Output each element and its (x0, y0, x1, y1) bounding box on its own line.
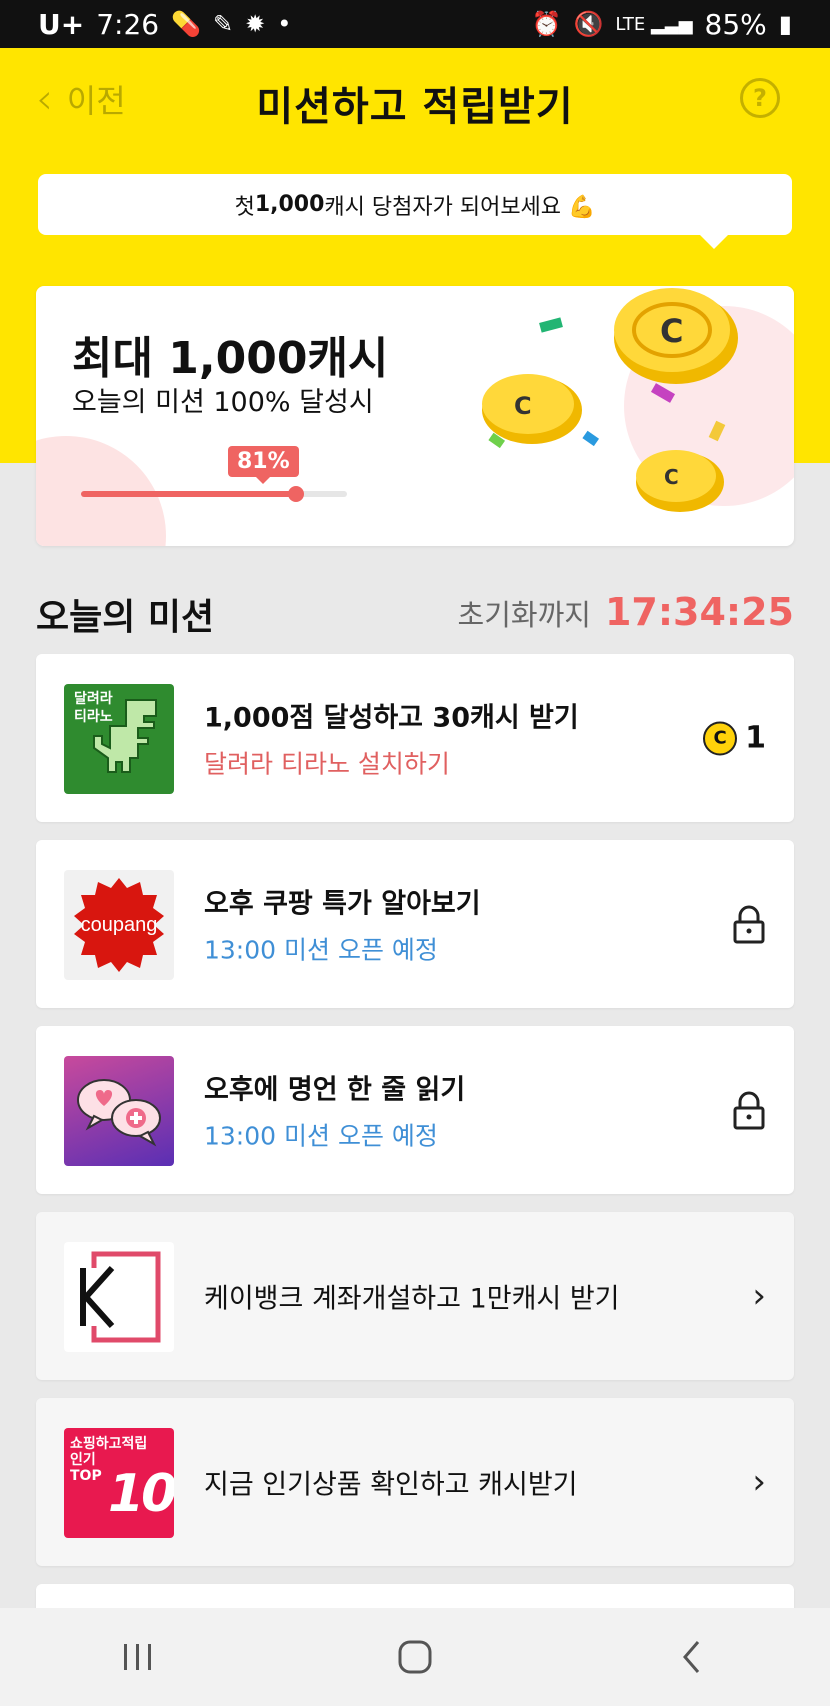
signal-icon: LTE ▂▃▅ (615, 13, 693, 35)
section-title: 오늘의 미션 (36, 597, 215, 638)
mission-card[interactable]: 달려라 티라노 1,000점 달성하고 30캐시 받기 달려라 티라노 설치하기… (36, 654, 794, 822)
svg-text:C: C (664, 465, 679, 489)
banner-amount: 1,000 (254, 192, 325, 217)
app-header: ‹ 이전 미션하고 적립받기 ? (0, 48, 830, 148)
banner-prefix: 첫 (234, 194, 255, 220)
svg-text:C: C (660, 312, 683, 350)
tyrano-game-icon: 달려라 티라노 (64, 684, 174, 794)
settings-badge-icon: ✹ (245, 10, 266, 38)
coins-illustration: C C C (482, 288, 738, 512)
mission-title: 케이뱅크 계좌개설하고 1만캐시 받기 (204, 1283, 620, 1315)
progress-fill (81, 491, 297, 497)
home-button[interactable] (375, 1627, 455, 1687)
mission-subtitle: 달려라 티라노 설치하기 (204, 749, 450, 779)
progress-track (81, 486, 347, 502)
coin-icon: C (703, 721, 738, 755)
chevron-right-icon: › (752, 1276, 766, 1316)
shopping-top10-icon: 쇼핑하고적립 인기 TOP 10 (64, 1428, 174, 1538)
promo-banner: 첫 1,000 캐시 당첨자가 되어보세요 💪 (38, 174, 792, 249)
mission-texts: 케이뱅크 계좌개설하고 1만캐시 받기 (204, 1277, 620, 1316)
pill-icon: 💊 (171, 10, 201, 38)
mission-texts: 오후 쿠팡 특가 알아보기 13:00 미션 오픈 예정 (204, 882, 481, 967)
mission-card[interactable]: coupang 오후 쿠팡 특가 알아보기 13:00 미션 오픈 예정 (36, 840, 794, 1008)
clock: 7:26 (96, 7, 160, 41)
chevron-right-icon: › (752, 1462, 766, 1502)
mission-texts: 1,000점 달성하고 30캐시 받기 달려라 티라노 설치하기 (204, 696, 579, 781)
progress-label: 81% (228, 446, 299, 484)
recent-apps-button[interactable] (98, 1627, 178, 1687)
alarm-icon: ⏰ (531, 10, 562, 38)
mission-card[interactable]: 케이뱅크 계좌개설하고 1만캐시 받기 › (36, 1212, 794, 1380)
mute-icon: 🔇 (573, 10, 604, 38)
mission-subtitle: 13:00 미션 오픈 예정 (204, 1121, 438, 1151)
thumb-text: coupang (80, 914, 158, 936)
mission-title: 오후에 명언 한 줄 읽기 (204, 1074, 466, 1106)
mission-texts: 지금 인기상품 확인하고 캐시받기 (204, 1463, 578, 1502)
battery-icon: ▮ (778, 10, 792, 38)
mission-texts: 오후에 명언 한 줄 읽기 13:00 미션 오픈 예정 (204, 1068, 465, 1153)
thumb-text: 10 (108, 1464, 174, 1524)
thumb-text: 쇼핑하고적립 (70, 1436, 148, 1452)
lock-icon (732, 904, 766, 944)
lock-icon (732, 1090, 766, 1130)
carrier-label: U+ (38, 7, 85, 41)
reset-timer: 17:34:25 (604, 590, 794, 634)
progress-thumb (288, 486, 305, 502)
battery-level: 85% (704, 7, 767, 41)
mission-subtitle: 13:00 미션 오픈 예정 (204, 935, 438, 965)
page-title: 미션하고 적립받기 (256, 84, 574, 130)
notification-icon: ✎ (212, 10, 234, 38)
status-bar: U+ 7:26 💊 ✎ ✹ • ⏰ 🔇 LTE ▂▃▅ 85% ▮ (0, 0, 830, 48)
svg-text:C: C (514, 392, 532, 420)
mission-title: 1,000점 달성하고 30캐시 받기 (204, 702, 579, 734)
back-nav-button[interactable] (652, 1627, 732, 1687)
hero-subtitle: 오늘의 미션 100% 달성시 (72, 387, 374, 418)
reward-count: 1 (745, 720, 766, 756)
reward-progress-card: 최대 1,000캐시 오늘의 미션 100% 달성시 81% C C C (36, 286, 794, 546)
system-nav-bar (0, 1608, 830, 1706)
mission-title: 지금 인기상품 확인하고 캐시받기 (204, 1469, 578, 1501)
help-icon[interactable]: ? (740, 78, 780, 118)
kbank-logo (64, 1242, 174, 1352)
banner-suffix: 캐시 당첨자가 되어보세요 💪 (324, 194, 596, 220)
reset-label: 초기화까지 (457, 598, 591, 632)
quote-app-icon (64, 1056, 174, 1166)
dot-icon: • (277, 10, 292, 38)
mission-title: 오후 쿠팡 특가 알아보기 (204, 888, 481, 920)
mission-card[interactable]: 오후에 명언 한 줄 읽기 13:00 미션 오픈 예정 (36, 1026, 794, 1194)
reset-countdown: 초기화까지 17:34:25 (458, 590, 794, 634)
mission-card[interactable]: 쇼핑하고적립 인기 TOP 10 지금 인기상품 확인하고 캐시받기 › (36, 1398, 794, 1566)
hero-title: 최대 1,000캐시 (72, 333, 389, 384)
reward-indicator: C 1 (703, 721, 766, 756)
coupang-logo: coupang (64, 870, 174, 980)
